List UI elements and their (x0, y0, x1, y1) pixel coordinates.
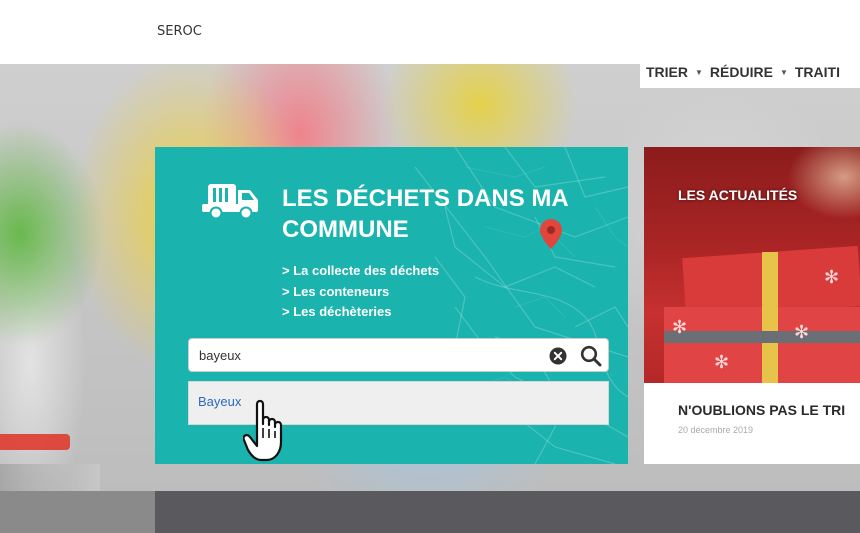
commune-search-input[interactable] (199, 345, 529, 365)
news-card[interactable]: ✻ ✻ ✻ ✻ LES ACTUALITÉS N'OUBLIONS PAS LE… (644, 147, 860, 464)
news-section-label: LES ACTUALITÉS (678, 187, 798, 203)
search-icon[interactable] (580, 345, 602, 367)
hand-cursor-icon (243, 399, 283, 462)
ribbon-decoration (664, 331, 860, 343)
star-decoration: ✻ (714, 352, 730, 372)
footer-band (155, 491, 860, 533)
hero-decoration (0, 434, 70, 450)
ribbon-decoration (762, 252, 778, 383)
main-nav: TRIER ▼ RÉDUIRE ▼ TRAITI (640, 56, 860, 88)
commune-search-box (188, 338, 609, 372)
link-collecte[interactable]: > La collecte des déchets (282, 261, 439, 282)
hero-decoration (0, 464, 100, 491)
card-links: > La collecte des déchets > Les conteneu… (282, 261, 439, 323)
news-date: 20 décembre 2019 (678, 425, 754, 435)
news-image[interactable]: ✻ ✻ ✻ ✻ LES ACTUALITÉS (644, 147, 860, 383)
truck-icon (202, 184, 258, 220)
caret-down-icon[interactable]: ▼ (780, 68, 788, 77)
news-title[interactable]: N'OUBLIONS PAS LE TRI (678, 402, 845, 418)
star-decoration: ✻ (672, 317, 688, 337)
site-brand[interactable]: SEROC (157, 24, 202, 39)
nav-item-trier[interactable]: TRIER (646, 64, 688, 80)
nav-item-reduire[interactable]: RÉDUIRE (710, 64, 773, 80)
nav-item-traiter[interactable]: TRAITI (795, 64, 840, 80)
autocomplete-item[interactable]: Bayeux (198, 394, 241, 409)
link-conteneurs[interactable]: > Les conteneurs (282, 282, 439, 303)
star-decoration: ✻ (824, 267, 840, 287)
clear-icon[interactable] (549, 347, 567, 365)
link-decheteries[interactable]: > Les déchèteries (282, 302, 439, 323)
map-pin-icon (540, 219, 562, 249)
top-header: SEROC (0, 0, 860, 64)
commune-search-card: LES DÉCHETS DANS MA COMMUNE > La collect… (155, 147, 628, 464)
footer-band-left (0, 491, 155, 533)
caret-down-icon[interactable]: ▼ (695, 68, 703, 77)
star-decoration: ✻ (794, 322, 810, 342)
